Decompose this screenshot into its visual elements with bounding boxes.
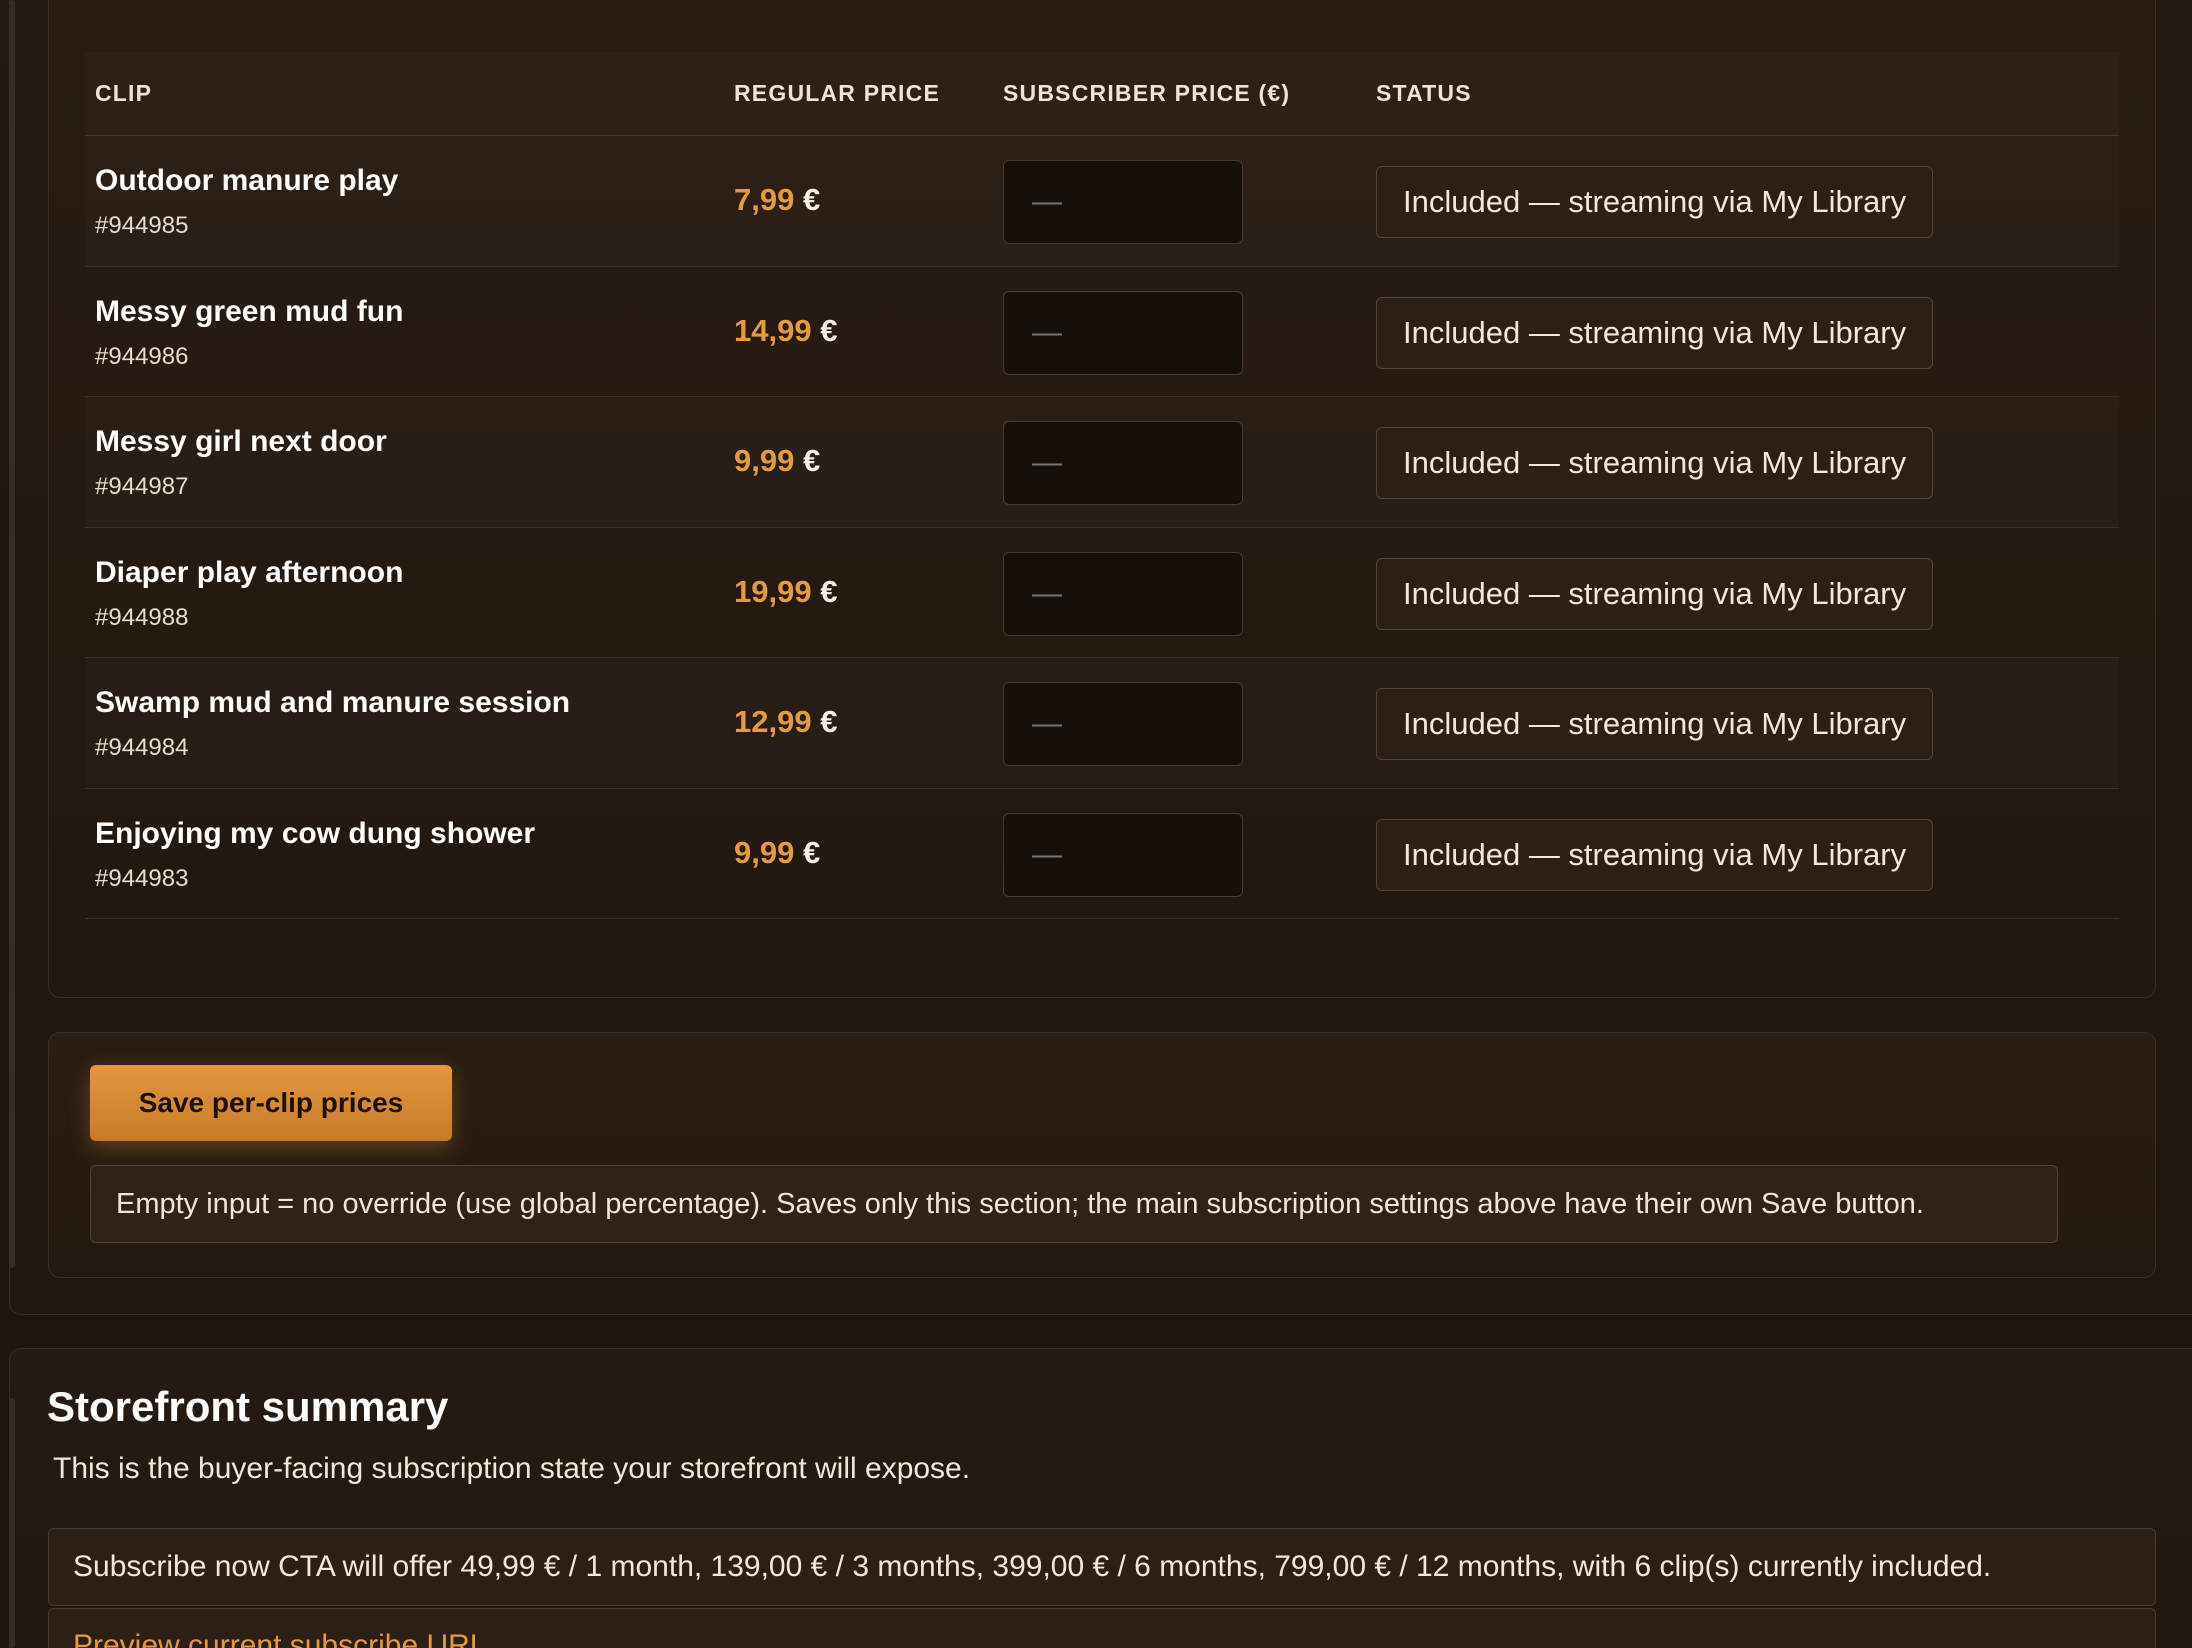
clip-title: Messy girl next door: [95, 425, 387, 458]
price-value: 9,99: [734, 443, 795, 478]
status-badge: Included — streaming via My Library: [1376, 427, 1934, 499]
clip-id: #944986: [95, 342, 189, 370]
storefront-summary-title: Storefront summary: [47, 1383, 449, 1430]
save-per-clip-card: Save per-clip prices Empty input = no ov…: [48, 1032, 2156, 1278]
save-per-clip-prices-button[interactable]: Save per-clip prices: [90, 1065, 452, 1141]
currency-symbol: €: [820, 704, 838, 739]
column-header-clip: CLIP: [95, 80, 153, 106]
section-accent-rail: [9, 0, 15, 1268]
currency-symbol: €: [820, 312, 838, 348]
regular-price: 19,99 €: [734, 574, 837, 610]
page: CLIP REGULAR PRICE SUBSCRIBER PRICE (€) …: [0, 0, 2192, 1648]
clip-title: Enjoying my cow dung shower: [95, 816, 536, 850]
clip-title: Messy green mud fun: [95, 294, 404, 328]
table-header-row: CLIP REGULAR PRICE SUBSCRIBER PRICE (€) …: [85, 52, 2119, 136]
column-header-regular-price: REGULAR PRICE: [734, 80, 941, 106]
currency-symbol: €: [802, 443, 821, 478]
regular-price: 9,99 €: [734, 443, 820, 479]
table-row: Outdoor manure play #944985 7,99 € Inclu…: [85, 136, 2119, 267]
per-clip-pricing-table: CLIP REGULAR PRICE SUBSCRIBER PRICE (€) …: [85, 52, 2119, 919]
price-value: 7,99: [734, 182, 795, 217]
column-header-status: STATUS: [1376, 80, 1472, 106]
section-accent-rail: [9, 1398, 15, 1648]
regular-price: 14,99 €: [734, 313, 837, 349]
clip-id: #944983: [95, 864, 189, 892]
status-badge: Included — streaming via My Library: [1376, 688, 1934, 760]
status-badge: Included — streaming via My Library: [1376, 557, 1934, 630]
subscriber-price-input[interactable]: [1003, 682, 1243, 766]
regular-price: 9,99 €: [734, 835, 820, 871]
override-help-note: Empty input = no override (use global pe…: [90, 1165, 2058, 1243]
price-value: 12,99: [734, 704, 812, 739]
column-header-subscriber-price: SUBSCRIBER PRICE (€): [1003, 80, 1291, 106]
storefront-summary-description: This is the buyer-facing subscription st…: [53, 1452, 971, 1485]
status-badge: Included — streaming via My Library: [1376, 818, 1934, 891]
preview-subscribe-url-link[interactable]: Preview current subscribe URL: [73, 1629, 486, 1648]
subscriber-price-input[interactable]: [1003, 290, 1243, 375]
price-value: 19,99: [734, 573, 812, 609]
status-badge: Included — streaming via My Library: [1376, 166, 1934, 238]
table-row: Diaper play afternoon #944988 19,99 € In…: [85, 528, 2119, 658]
clip-title: Outdoor manure play: [95, 164, 399, 197]
clip-id: #944984: [95, 734, 189, 761]
price-value: 14,99: [734, 312, 812, 348]
table-row: Enjoying my cow dung shower #944983 9,99…: [85, 789, 2119, 919]
preview-link-box: Preview current subscribe URL: [48, 1608, 2156, 1648]
subscriber-price-input[interactable]: [1003, 160, 1243, 244]
currency-symbol: €: [820, 573, 838, 609]
table-row: Swamp mud and manure session #944984 12,…: [85, 658, 2119, 789]
currency-symbol: €: [802, 834, 821, 870]
clip-title: Swamp mud and manure session: [95, 686, 571, 719]
price-value: 9,99: [734, 834, 795, 870]
status-badge: Included — streaming via My Library: [1376, 296, 1934, 369]
table-row: Messy girl next door #944987 9,99 € Incl…: [85, 397, 2119, 528]
subscriber-price-input[interactable]: [1003, 812, 1243, 897]
clip-title: Diaper play afternoon: [95, 555, 404, 589]
subscribe-cta-summary: Subscribe now CTA will offer 49,99 € / 1…: [48, 1528, 2156, 1606]
regular-price: 7,99 €: [734, 182, 820, 218]
clip-id: #944987: [95, 473, 189, 500]
clip-id: #944985: [95, 212, 189, 239]
regular-price: 12,99 €: [734, 704, 837, 740]
subscriber-price-input[interactable]: [1003, 551, 1243, 636]
clip-id: #944988: [95, 603, 189, 631]
currency-symbol: €: [802, 182, 821, 217]
table-row: Messy green mud fun #944986 14,99 € Incl…: [85, 267, 2119, 397]
subscriber-price-input[interactable]: [1003, 421, 1243, 505]
